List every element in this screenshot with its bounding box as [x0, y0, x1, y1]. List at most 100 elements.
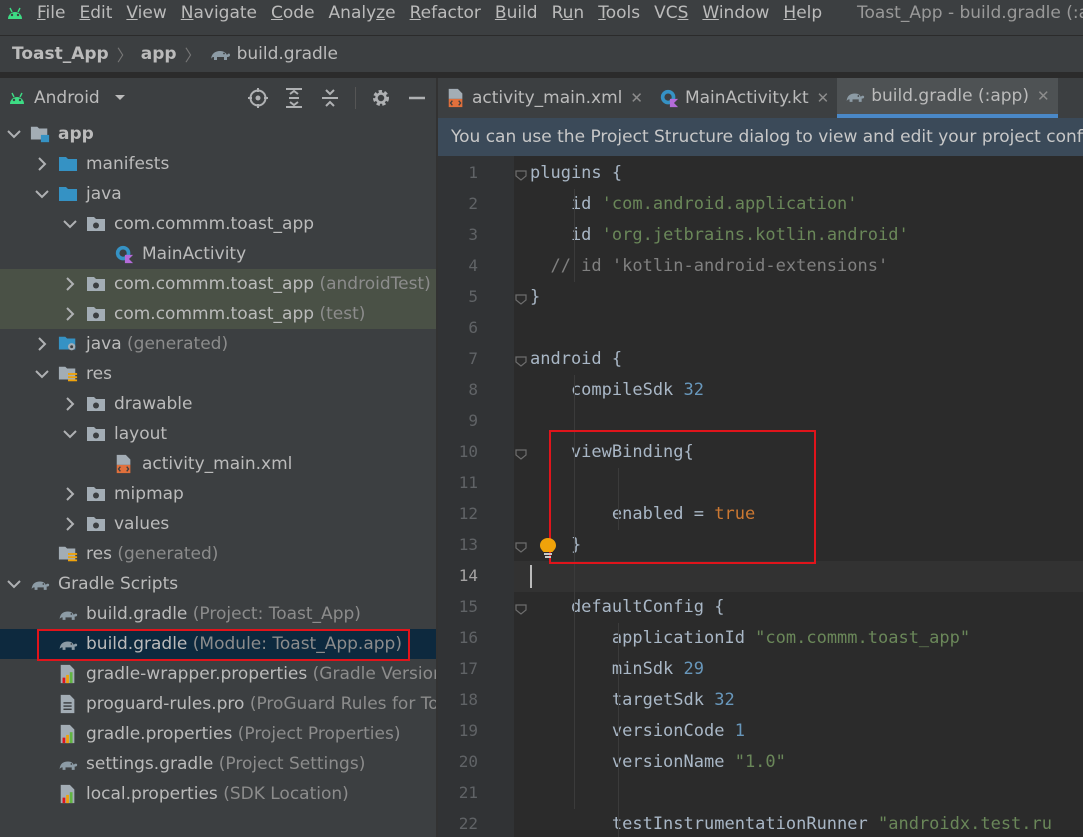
menu-edit[interactable]: Edit	[72, 0, 119, 26]
minimize-icon[interactable]	[406, 87, 428, 109]
tree-item-label: build.gradle (Project: Toast_App)	[86, 604, 361, 624]
module-folder-icon	[30, 124, 50, 144]
fold-marker-icon[interactable]	[514, 167, 528, 181]
code-editor[interactable]: 1 2 3 4 5 6 7 8 9 10 11 12 13 14 15 16 17 18 19 20 21 22 plug…	[438, 156, 1083, 837]
tree-item[interactable]: proguard-rules.pro (ProGuard Rules for T…	[0, 689, 436, 719]
fold-marker-icon[interactable]	[514, 353, 528, 367]
line-number: 7	[468, 349, 478, 368]
tree-item-name: activity_main.xml	[142, 454, 293, 474]
chevron-down-icon[interactable]	[63, 427, 77, 441]
chevron-down-icon[interactable]	[7, 577, 21, 591]
kotlin-class-icon	[114, 244, 134, 264]
menu-navigate[interactable]: Navigate	[174, 0, 264, 26]
tree-item[interactable]: mipmap	[0, 479, 436, 509]
line-number: 21	[458, 783, 478, 802]
tree-item[interactable]: build.gradle (Project: Toast_App)	[0, 599, 436, 629]
close-icon[interactable]: ✕	[817, 89, 830, 107]
tree-item[interactable]: app	[0, 119, 436, 149]
gear-icon[interactable]	[370, 87, 392, 109]
chevron-right-icon[interactable]	[35, 337, 49, 351]
lightbulb-icon[interactable]	[538, 537, 558, 559]
tree-item[interactable]: local.properties (SDK Location)	[0, 779, 436, 809]
package-icon	[86, 484, 106, 504]
menu-file[interactable]: File	[30, 0, 72, 26]
code-token: "androidx.test.ru	[878, 814, 1052, 834]
menu-build[interactable]: Build	[488, 0, 545, 26]
tree-item[interactable]: drawable	[0, 389, 436, 419]
tree-item-name: MainActivity	[142, 244, 247, 264]
expand-all-icon[interactable]	[283, 87, 305, 109]
chevron-down-icon[interactable]	[35, 187, 49, 201]
tree-item[interactable]: values	[0, 509, 436, 539]
tree-item[interactable]: res (generated)	[0, 539, 436, 569]
editor-tab[interactable]: build.gradle (:app) ✕	[837, 78, 1058, 118]
chevron-right-icon[interactable]	[63, 517, 77, 531]
project-view-selector[interactable]: Android	[0, 88, 126, 108]
chevron-down-icon[interactable]	[63, 217, 77, 231]
chevron-right-icon[interactable]	[63, 277, 77, 291]
tree-item[interactable]: Gradle Scripts	[0, 569, 436, 599]
editor-tab[interactable]: activity_main.xml ✕	[438, 78, 651, 118]
tree-item-name: com.commm.toast_app	[114, 274, 315, 294]
tree-item-name: settings.gradle	[86, 754, 214, 774]
tree-item-hint: (Gradle Version	[312, 664, 436, 684]
menu-vcs[interactable]: VCS	[647, 0, 695, 26]
tree-item[interactable]: java (generated)	[0, 329, 436, 359]
menu-help[interactable]: Help	[776, 0, 829, 26]
package-icon	[86, 424, 106, 444]
menu-analyze[interactable]: Analyze	[322, 0, 403, 26]
line-number: 17	[458, 659, 478, 678]
tree-item-label: res (generated)	[86, 544, 218, 564]
close-icon[interactable]: ✕	[630, 89, 643, 107]
tree-item[interactable]: com.commm.toast_app	[0, 209, 436, 239]
tree-item-name: gradle-wrapper.properties	[86, 664, 308, 684]
menu-tools[interactable]: Tools	[591, 0, 647, 26]
res-folder-icon	[58, 544, 78, 564]
package-icon	[86, 514, 106, 534]
tree-item[interactable]: com.commm.toast_app (test)	[0, 299, 436, 329]
code-token: android {	[530, 349, 623, 369]
tree-item-name: values	[114, 514, 170, 534]
code-token: "com.commm.toast_app"	[755, 628, 971, 648]
editor-tab[interactable]: MainActivity.kt ✕	[651, 78, 837, 118]
chevron-right-icon[interactable]	[35, 157, 49, 171]
breadcrumb-project[interactable]: Toast_App	[12, 44, 109, 64]
tree-item[interactable]: manifests	[0, 149, 436, 179]
tree-item[interactable]: java	[0, 179, 436, 209]
menu-code[interactable]: Code	[264, 0, 322, 26]
tree-item-name: build.gradle	[86, 604, 188, 624]
tree-item[interactable]: activity_main.xml	[0, 449, 436, 479]
locate-file-icon[interactable]	[247, 87, 269, 109]
chevron-down-icon[interactable]	[7, 127, 21, 141]
tree-item-name: manifests	[86, 154, 170, 174]
menu-refactor[interactable]: Refactor	[403, 0, 488, 26]
fold-marker-icon[interactable]	[514, 291, 528, 305]
code-token: 29	[683, 659, 705, 679]
menu-window[interactable]: Window	[695, 0, 776, 26]
menu-run[interactable]: Run	[545, 0, 592, 26]
fold-marker-icon[interactable]	[514, 539, 528, 553]
code-token: versionName	[530, 752, 735, 772]
fold-marker-icon[interactable]	[514, 601, 528, 615]
collapse-all-icon[interactable]	[319, 87, 341, 109]
breadcrumb-module[interactable]: app	[141, 44, 177, 64]
chevron-right-icon[interactable]	[63, 397, 77, 411]
tree-item-label: drawable	[114, 394, 193, 414]
tree-item[interactable]: layout	[0, 419, 436, 449]
tree-item[interactable]: MainActivity	[0, 239, 436, 269]
chevron-down-icon[interactable]	[35, 367, 49, 381]
tree-item[interactable]: gradle-wrapper.properties (Gradle Versio…	[0, 659, 436, 689]
gradle-icon	[845, 86, 865, 106]
tree-item-name: res	[86, 364, 112, 384]
fold-marker-icon[interactable]	[514, 446, 528, 460]
breadcrumb: Toast_App 〉 app 〉 build.gradle	[0, 36, 1083, 72]
chevron-right-icon[interactable]	[63, 487, 77, 501]
tree-item[interactable]: settings.gradle (Project Settings)	[0, 749, 436, 779]
tree-item[interactable]: res	[0, 359, 436, 389]
close-icon[interactable]: ✕	[1037, 87, 1050, 105]
menu-view[interactable]: View	[119, 0, 173, 26]
chevron-right-icon[interactable]	[63, 307, 77, 321]
breadcrumb-file[interactable]: build.gradle	[237, 44, 338, 64]
tree-item[interactable]: gradle.properties (Project Properties)	[0, 719, 436, 749]
tree-item[interactable]: com.commm.toast_app (androidTest)	[0, 269, 436, 299]
